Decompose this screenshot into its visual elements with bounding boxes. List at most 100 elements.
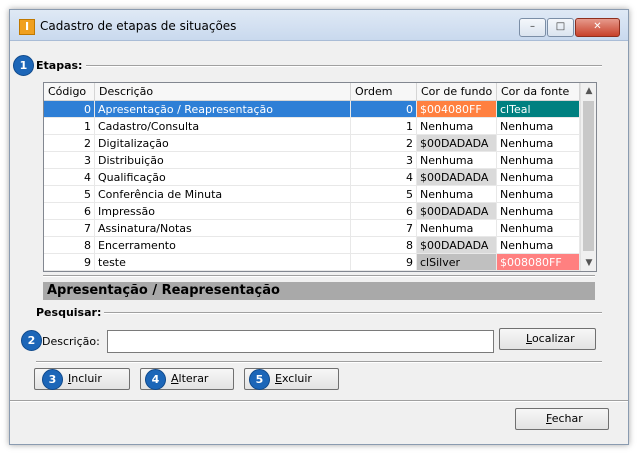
table-row[interactable]: 2 Digitalização 2 $00DADADA Nenhuma xyxy=(44,135,580,152)
descricao-search-input[interactable] xyxy=(107,330,494,353)
incluir-button-label: Incluir xyxy=(68,372,102,385)
main-window: I Cadastro de etapas de situações – □ ✕ … xyxy=(9,9,629,445)
cell-ordem: 3 xyxy=(351,152,417,169)
cell-cor-fundo: Nenhuma xyxy=(417,118,497,135)
scroll-up-arrow-icon[interactable]: ▲ xyxy=(581,83,596,99)
cell-ordem: 4 xyxy=(351,169,417,186)
cell-cor-fonte: Nenhuma xyxy=(497,118,580,135)
table-row[interactable]: 1 Cadastro/Consulta 1 Nenhuma Nenhuma xyxy=(44,118,580,135)
cell-cor-fundo: $00DADADA xyxy=(417,169,497,186)
scroll-down-arrow-icon[interactable]: ▼ xyxy=(581,255,596,271)
table-row[interactable]: 5 Conferência de Minuta 5 Nenhuma Nenhuma xyxy=(44,186,580,203)
cell-cor-fonte: Nenhuma xyxy=(497,203,580,220)
app-logo-icon: I xyxy=(19,19,35,35)
table-row[interactable]: 6 Impressão 6 $00DADADA Nenhuma xyxy=(44,203,580,220)
table-row[interactable]: 8 Encerramento 8 $00DADADA Nenhuma xyxy=(44,237,580,254)
scroll-thumb[interactable] xyxy=(583,101,594,251)
close-button[interactable]: ✕ xyxy=(575,18,620,37)
title-bar[interactable]: I Cadastro de etapas de situações – □ ✕ xyxy=(10,10,628,41)
actions-divider xyxy=(36,361,602,363)
cell-ordem: 0 xyxy=(351,101,417,118)
step-4-badge: 4 xyxy=(145,369,166,390)
table-row[interactable]: 3 Distribuição 3 Nenhuma Nenhuma xyxy=(44,152,580,169)
alterar-button-label: Alterar xyxy=(171,372,209,385)
cell-cor-fonte: Nenhuma xyxy=(497,169,580,186)
cell-cor-fonte: Nenhuma xyxy=(497,152,580,169)
table-row[interactable]: 9 teste 9 clSilver $008080FF xyxy=(44,254,580,271)
cell-cor-fundo: $00DADADA xyxy=(417,135,497,152)
cell-descricao: Assinatura/Notas xyxy=(95,220,351,237)
cell-descricao: Cadastro/Consulta xyxy=(95,118,351,135)
cell-codigo: 1 xyxy=(44,118,95,135)
cell-cor-fonte: clTeal xyxy=(497,101,580,118)
maximize-button[interactable]: □ xyxy=(547,18,574,37)
cell-codigo: 7 xyxy=(44,220,95,237)
cell-ordem: 7 xyxy=(351,220,417,237)
localizar-button[interactable]: Localizar xyxy=(499,328,596,350)
cell-descricao: Distribuição xyxy=(95,152,351,169)
cell-cor-fonte: $008080FF xyxy=(497,254,580,271)
grid-header: Código Descrição Ordem Cor de fundo Cor … xyxy=(44,83,580,101)
step-1-badge: 1 xyxy=(13,55,34,76)
cell-codigo: 0 xyxy=(44,101,95,118)
cell-cor-fundo: $00DADADA xyxy=(417,203,497,220)
pesquisar-label: Pesquisar: xyxy=(36,306,102,319)
col-codigo-header[interactable]: Código xyxy=(44,83,95,100)
excluir-button-label: Excluir xyxy=(275,372,312,385)
cell-descricao: Conferência de Minuta xyxy=(95,186,351,203)
cell-descricao: Digitalização xyxy=(95,135,351,152)
table-row[interactable]: 0 Apresentação / Reapresentação 0 $004080FF… xyxy=(44,101,580,118)
col-descricao-header[interactable]: Descrição xyxy=(95,83,351,100)
cell-cor-fundo: Nenhuma xyxy=(417,186,497,203)
cell-codigo: 2 xyxy=(44,135,95,152)
cell-cor-fundo: $00DADADA xyxy=(417,237,497,254)
cell-cor-fundo: clSilver xyxy=(417,254,497,271)
cell-cor-fonte: Nenhuma xyxy=(497,220,580,237)
cell-ordem: 2 xyxy=(351,135,417,152)
cell-ordem: 1 xyxy=(351,118,417,135)
cell-codigo: 8 xyxy=(44,237,95,254)
cell-codigo: 5 xyxy=(44,186,95,203)
cell-cor-fonte: Nenhuma xyxy=(497,186,580,203)
cell-codigo: 4 xyxy=(44,169,95,186)
cell-codigo: 9 xyxy=(44,254,95,271)
cell-descricao: Encerramento xyxy=(95,237,351,254)
cell-cor-fonte: Nenhuma xyxy=(497,237,580,254)
etapas-grid[interactable]: Código Descrição Ordem Cor de fundo Cor … xyxy=(43,82,597,272)
col-cor-fonte-header[interactable]: Cor da fonte xyxy=(497,83,580,100)
localizar-button-label: Localizar xyxy=(526,332,575,345)
grid-scrollbar[interactable]: ▲ ▼ xyxy=(580,83,596,271)
incluir-button[interactable]: 3 Incluir xyxy=(34,368,130,390)
cell-ordem: 5 xyxy=(351,186,417,203)
cell-cor-fonte: Nenhuma xyxy=(497,135,580,152)
cell-cor-fundo: Nenhuma xyxy=(417,220,497,237)
table-row[interactable]: 4 Qualificação 4 $00DADADA Nenhuma xyxy=(44,169,580,186)
selected-etapa-title: Apresentação / Reapresentação xyxy=(43,282,595,300)
minimize-button[interactable]: – xyxy=(519,18,546,37)
alterar-button[interactable]: 4 Alterar xyxy=(140,368,234,390)
col-ordem-header[interactable]: Ordem xyxy=(351,83,417,100)
col-cor-fundo-header[interactable]: Cor de fundo xyxy=(417,83,497,100)
cell-cor-fundo: $004080FF xyxy=(417,101,497,118)
cell-descricao: Impressão xyxy=(95,203,351,220)
etapas-divider xyxy=(86,65,602,67)
cell-descricao: Apresentação / Reapresentação xyxy=(95,101,351,118)
window-title: Cadastro de etapas de situações xyxy=(40,19,237,33)
cell-cor-fundo: Nenhuma xyxy=(417,152,497,169)
cell-codigo: 3 xyxy=(44,152,95,169)
excluir-button[interactable]: 5 Excluir xyxy=(244,368,339,390)
cell-ordem: 8 xyxy=(351,237,417,254)
fechar-button-label: Fechar xyxy=(546,412,583,425)
step-2-badge: 2 xyxy=(21,330,42,351)
grid-divider xyxy=(43,275,595,277)
cell-ordem: 9 xyxy=(351,254,417,271)
table-row[interactable]: 7 Assinatura/Notas 7 Nenhuma Nenhuma xyxy=(44,220,580,237)
etapas-label: Etapas: xyxy=(36,59,83,72)
cell-descricao: Qualificação xyxy=(95,169,351,186)
fechar-button[interactable]: Fechar xyxy=(515,408,609,430)
footer-divider xyxy=(10,400,628,402)
cell-descricao: teste xyxy=(95,254,351,271)
step-5-badge: 5 xyxy=(249,369,270,390)
cell-codigo: 6 xyxy=(44,203,95,220)
descricao-label: Descrição: xyxy=(42,335,100,348)
